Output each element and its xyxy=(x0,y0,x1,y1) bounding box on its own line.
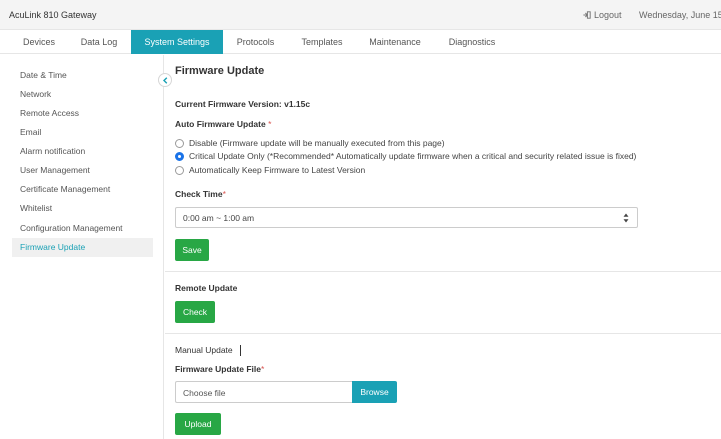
tab-diagnostics[interactable]: Diagnostics xyxy=(434,30,510,54)
tab-protocols[interactable]: Protocols xyxy=(224,30,287,54)
upload-button[interactable]: Upload xyxy=(175,413,221,435)
file-input-placeholder: Choose file xyxy=(183,388,226,398)
option-disable-label: Disable (Firmware update will be manuall… xyxy=(189,138,445,148)
app-title: AcuLink 810 Gateway xyxy=(9,10,97,20)
required-marker: * xyxy=(222,189,226,199)
top-bar: AcuLink 810 Gateway Logout Wednesday, Ju… xyxy=(0,0,721,30)
firmware-file-heading: Firmware Update File* xyxy=(175,364,264,374)
sidebar-collapse-button[interactable] xyxy=(158,73,172,87)
tab-templates[interactable]: Templates xyxy=(288,30,356,54)
radio-disable[interactable] xyxy=(175,139,184,148)
auto-update-heading: Auto Firmware Update * xyxy=(175,119,271,129)
text-cursor xyxy=(240,345,241,356)
sidebar-item-firmware-update[interactable]: Firmware Update xyxy=(12,238,153,257)
check-time-heading: Check Time* xyxy=(175,189,226,199)
tab-devices[interactable]: Devices xyxy=(11,30,67,54)
date-display: Wednesday, June 15 xyxy=(639,10,721,20)
sidebar-item-user-management[interactable]: User Management xyxy=(12,161,153,180)
sidebar-item-network[interactable]: Network xyxy=(12,85,153,104)
check-time-label: Check Time xyxy=(175,189,223,199)
tab-data-log[interactable]: Data Log xyxy=(68,30,130,54)
browse-button[interactable]: Browse xyxy=(352,381,397,403)
logout-link[interactable]: Logout xyxy=(583,10,622,20)
firmware-file-label: Firmware Update File xyxy=(175,364,261,374)
firmware-file-input[interactable]: Choose file xyxy=(175,381,352,403)
main-nav: Devices Data Log System Settings Protoco… xyxy=(0,30,721,54)
sidebar-item-email[interactable]: Email xyxy=(12,123,153,142)
sidebar-item-remote-access[interactable]: Remote Access xyxy=(12,104,153,123)
auto-update-label: Auto Firmware Update xyxy=(175,119,266,129)
save-button[interactable]: Save xyxy=(175,239,209,261)
chevron-left-icon xyxy=(162,77,168,84)
option-critical-only-label: Critical Update Only (*Recommended* Auto… xyxy=(189,151,637,161)
option-latest-label: Automatically Keep Firmware to Latest Ve… xyxy=(189,165,366,175)
required-marker: * xyxy=(260,364,265,374)
current-firmware-version: Current Firmware Version: v1.15c xyxy=(175,99,311,109)
divider xyxy=(165,271,721,272)
page-title: Firmware Update xyxy=(175,65,265,77)
logout-label: Logout xyxy=(594,10,622,20)
tab-maintenance[interactable]: Maintenance xyxy=(357,30,433,54)
sort-arrows-icon xyxy=(623,213,629,223)
check-time-select[interactable]: 0:00 am ~ 1:00 am xyxy=(175,207,638,228)
tab-system-settings[interactable]: System Settings xyxy=(131,30,223,54)
remote-update-heading: Remote Update xyxy=(175,283,238,293)
manual-update-heading: Manual Update xyxy=(175,345,233,355)
sidebar-item-certificate-management[interactable]: Certificate Management xyxy=(12,180,153,199)
sidebar-item-configuration-management[interactable]: Configuration Management xyxy=(12,219,153,238)
required-marker: * xyxy=(268,119,272,129)
check-button[interactable]: Check xyxy=(175,301,215,323)
radio-critical-only[interactable] xyxy=(175,152,184,161)
check-time-value: 0:00 am ~ 1:00 am xyxy=(183,213,255,223)
divider xyxy=(165,333,721,334)
sidebar-item-alarm-notification[interactable]: Alarm notification xyxy=(12,142,153,161)
sidebar: Date & Time Network Remote Access Email … xyxy=(0,55,164,439)
logout-icon xyxy=(583,11,591,19)
sidebar-item-whitelist[interactable]: Whitelist xyxy=(12,199,153,218)
radio-latest[interactable] xyxy=(175,166,184,175)
sidebar-item-date-time[interactable]: Date & Time xyxy=(12,66,153,85)
